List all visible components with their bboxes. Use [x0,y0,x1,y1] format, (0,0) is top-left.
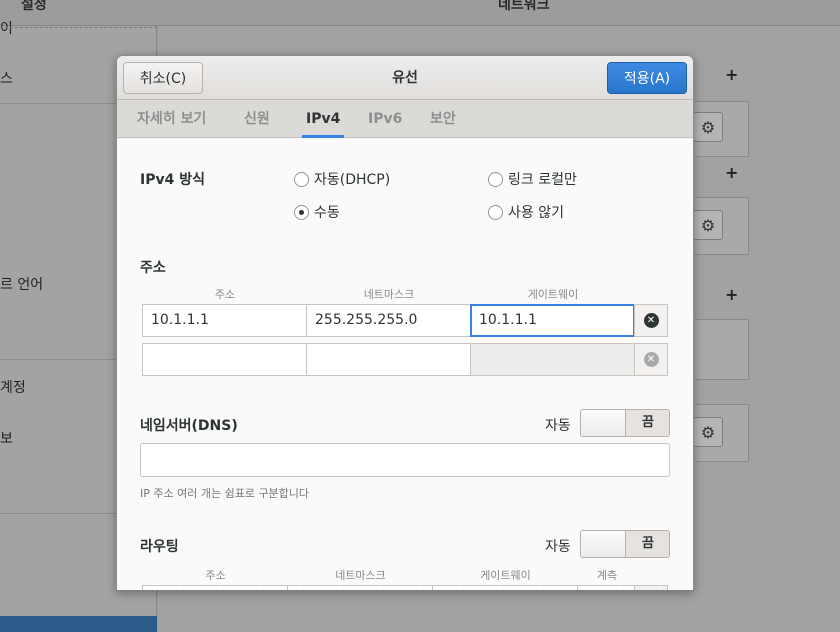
apply-button[interactable]: 적용(A) [607,62,687,94]
dialog-headerbar: 취소(C) 유선 적용(A) [117,56,693,100]
method-dhcp-radio[interactable]: 자동(DHCP) [294,169,390,189]
cancel-button[interactable]: 취소(C) [123,62,203,94]
route-column-address: 주소 [205,569,226,582]
address-input[interactable]: 10.1.1.1 [142,304,307,337]
gear-icon[interactable]: ⚙ [693,210,723,240]
connection-card [695,319,749,380]
settings-headerbar: 설정 네트워크 [0,0,840,26]
route-column-gateway: 게이트웨이 [480,569,531,582]
dns-auto-label: 자동 [545,418,571,434]
column-header-gateway: 게이트웨이 [527,288,579,301]
routes-auto-label: 자동 [545,539,571,555]
remove-address-button[interactable]: ✕ [634,304,668,337]
tab-bar: 자세히 보기 신원 IPv4 IPv6 보안 [117,100,693,138]
method-disabled-radio[interactable]: 사용 않기 [488,202,564,222]
method-manual-label: 수동 [314,205,340,221]
tab-security[interactable]: 보안 [430,100,456,138]
clear-icon: ✕ [643,313,659,328]
switch-knob [581,410,626,436]
sidebar-item-3[interactable]: 계정 [0,377,26,397]
tab-ipv6[interactable]: IPv6 [368,100,402,138]
dialog-bottom-edge [116,590,694,591]
add-connection-plus[interactable]: + [725,163,738,182]
wired-connection-dialog: 취소(C) 유선 적용(A) 자세히 보기 신원 IPv4 IPv6 보안 IP… [116,55,694,591]
tab-details[interactable]: 자세히 보기 [137,100,206,138]
switch-state-label: 끔 [642,536,654,551]
sidebar-item-selected[interactable] [0,616,157,632]
add-connection-plus[interactable]: + [725,65,738,84]
method-disabled-label: 사용 않기 [508,205,564,221]
method-link-local-label: 링크 로컬만 [508,172,577,188]
radio-button[interactable] [488,171,503,187]
routes-section-label: 라우팅 [140,539,179,555]
dns-input[interactable] [140,443,670,477]
main-title: 네트워크 [498,0,550,13]
tab-ipv4[interactable]: IPv4 [301,100,345,138]
sidebar-title: 설정 [21,0,47,13]
gateway-input[interactable] [470,343,635,376]
method-link-local-radio[interactable]: 링크 로컬만 [488,169,577,189]
dns-auto-switch[interactable]: 끔 [580,409,670,437]
sidebar-item-2[interactable]: 르 언어 [0,274,43,294]
radio-button[interactable] [294,171,309,187]
radio-button-selected[interactable] [294,204,309,220]
remove-address-button[interactable]: ✕ [634,343,668,376]
tab-identity[interactable]: 신원 [244,100,270,138]
column-header-netmask: 네트마스크 [363,288,415,301]
netmask-input[interactable]: 255.255.255.0 [306,304,471,337]
column-header-address: 주소 [214,288,236,301]
sidebar-separator [0,27,157,28]
dns-hint: IP 주소 여러 개는 쉼표로 구분합니다 [140,487,310,500]
sidebar-item-4[interactable]: 보 [0,428,13,448]
addresses-section-label: 주소 [140,260,166,276]
radio-button[interactable] [488,204,503,220]
add-connection-plus[interactable]: + [725,285,738,304]
route-column-metric: 계측 [596,569,618,582]
switch-state-label: 끔 [642,415,654,430]
gateway-input[interactable]: 10.1.1.1 [470,304,635,337]
ipv4-settings: IPv4 방식 자동(DHCP) 링크 로컬만 수동 사용 않기 주소 주소 네… [117,139,693,590]
method-dhcp-label: 자동(DHCP) [314,172,391,188]
gear-icon[interactable]: ⚙ [693,417,723,447]
routes-auto-switch[interactable]: 끔 [580,530,670,558]
sidebar-item-0[interactable]: 이 [0,18,13,38]
netmask-input[interactable] [306,343,471,376]
method-manual-radio[interactable]: 수동 [294,202,340,222]
dns-section-label: 네임서버(DNS) [140,418,238,434]
address-input[interactable] [142,343,307,376]
route-column-netmask: 네트마스크 [335,569,386,582]
switch-knob [581,531,626,557]
sidebar-item-1[interactable]: 스 [0,68,13,88]
gear-icon[interactable]: ⚙ [693,112,723,142]
ipv4-method-label: IPv4 방식 [140,172,205,188]
clear-icon: ✕ [643,352,659,367]
